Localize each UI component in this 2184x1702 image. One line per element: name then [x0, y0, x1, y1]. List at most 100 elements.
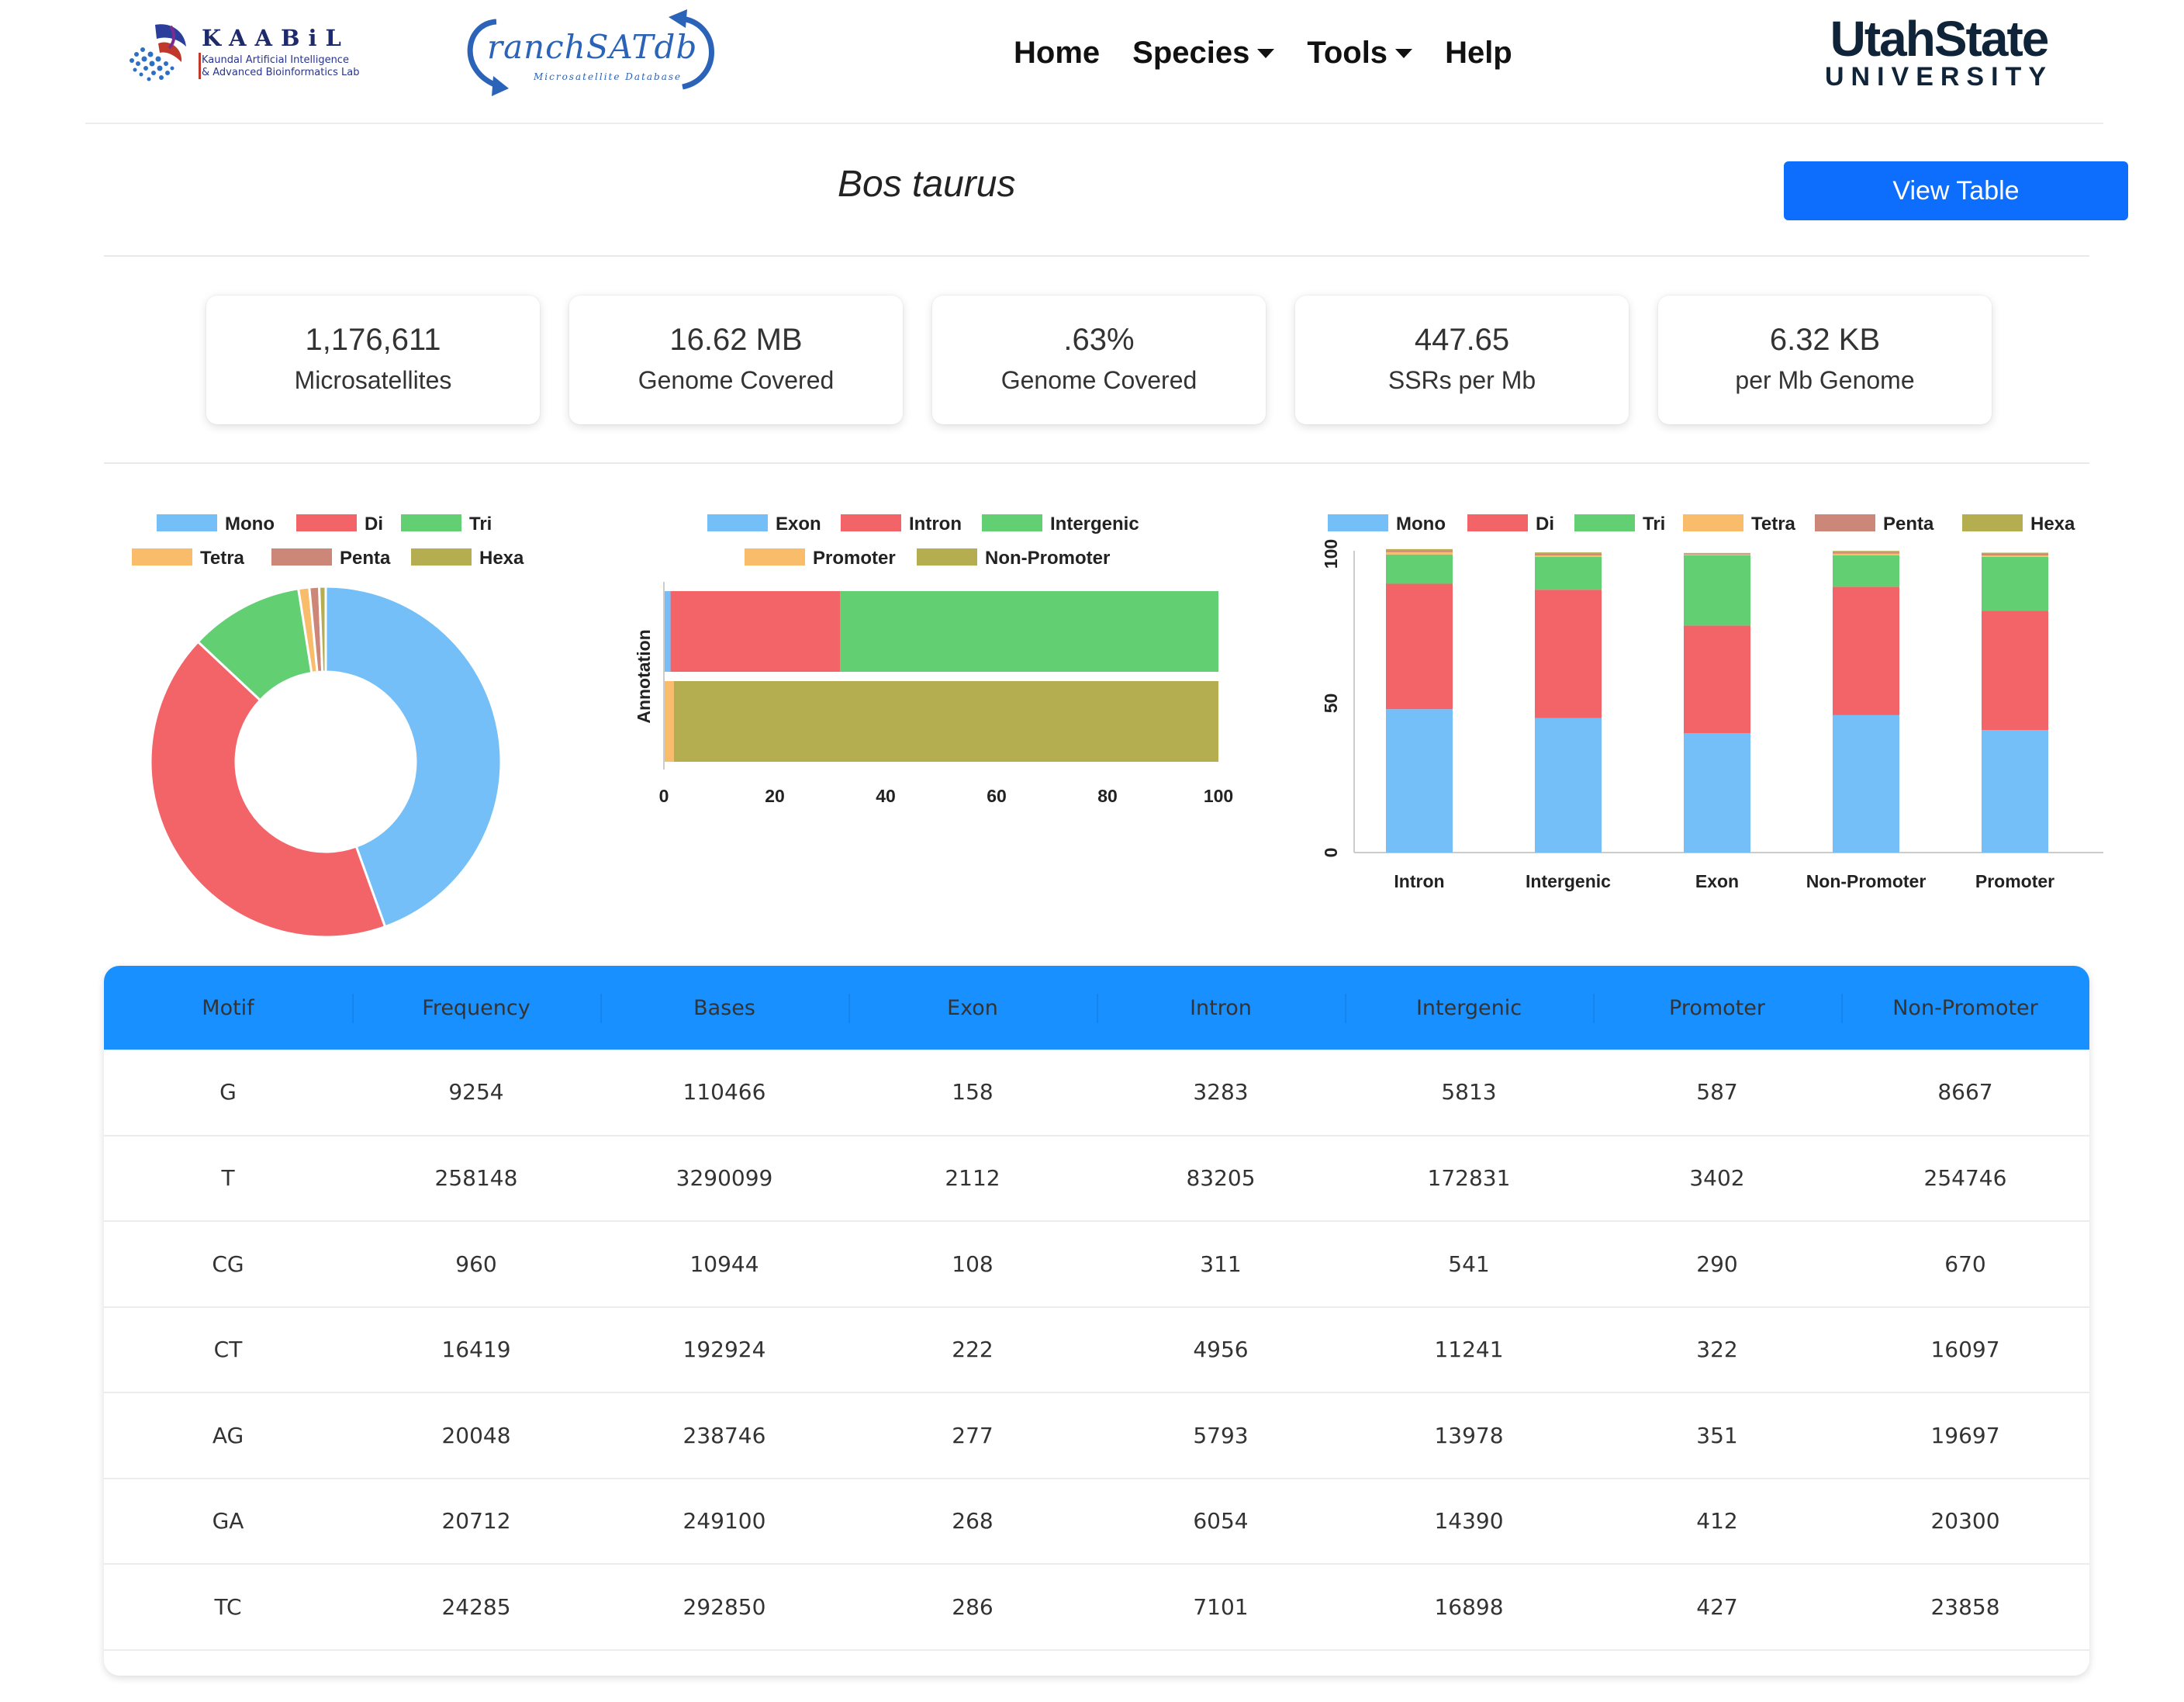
stat-label: Microsatellites	[294, 366, 452, 394]
stats-cards: 1,176,611 Microsatellites 16.62 MB Genom…	[206, 296, 1992, 424]
legend-swatch	[1683, 514, 1743, 531]
y-tick-label: 0	[1321, 848, 1341, 858]
table-cell: AG	[212, 1422, 244, 1448]
table-cell: 19697	[1930, 1422, 2000, 1448]
legend-label: Di	[365, 514, 383, 534]
column-header-intron[interactable]: Intron	[1097, 966, 1345, 1050]
bar-segment-mono	[1535, 718, 1602, 853]
ranchsatdb-logo[interactable]: ranchSATdb Microsatellite Database	[450, 8, 729, 101]
table-row: GA 20712 249100 268 6054 14390 412 20300	[104, 1479, 2089, 1564]
nav-help-link[interactable]: Help	[1445, 36, 1512, 71]
legend-label: Di	[1536, 514, 1554, 534]
table-cell: 286	[952, 1593, 994, 1620]
stat-value: 6.32 KB	[1769, 323, 1881, 357]
bar-segment-tetra	[1386, 552, 1453, 555]
ranchsatdb-title: ranchSATdb	[487, 28, 698, 66]
stat-value: 447.65	[1414, 323, 1510, 357]
legend-swatch	[1815, 514, 1875, 531]
bar-segment-mono	[1833, 714, 1899, 853]
stat-label: per Mb Genome	[1735, 366, 1915, 394]
x-tick-label: 0	[659, 786, 669, 806]
nav-species-dropdown[interactable]: Species	[1132, 36, 1275, 71]
usu-logo[interactable]: UtahState UNIVERSITY	[1815, 14, 2063, 92]
table-cell: 13978	[1434, 1422, 1504, 1448]
bar-segment-hexa	[1833, 551, 1899, 552]
bar-segment-promoter	[664, 681, 674, 762]
legend-swatch	[1467, 514, 1528, 531]
y-tick-label: 50	[1321, 694, 1341, 714]
view-table-button[interactable]: View Table	[1784, 161, 2128, 220]
usu-logo-line2: UNIVERSITY	[1824, 62, 2054, 92]
table-cell: 9254	[448, 1079, 504, 1105]
column-header-motif[interactable]: Motif	[104, 966, 352, 1050]
stat-value: 16.62 MB	[669, 323, 803, 357]
table-header-row: Motif Frequency Bases Exon Intron Interg…	[104, 966, 2089, 1050]
table-cell: 24285	[441, 1593, 511, 1620]
column-header-promoter[interactable]: Promoter	[1593, 966, 1841, 1050]
table-row: G 9254 110466 158 3283 5813 587 8667	[104, 1050, 2089, 1136]
legend-swatch	[841, 514, 901, 531]
table-cell: 7101	[1193, 1593, 1249, 1620]
legend-swatch	[411, 548, 472, 566]
table-cell: 20048	[441, 1422, 511, 1448]
column-header-intergenic[interactable]: Intergenic	[1345, 966, 1593, 1050]
x-tick-label: 100	[1204, 786, 1233, 806]
column-header-non-promoter[interactable]: Non-Promoter	[1841, 966, 2089, 1050]
x-tick-label: 60	[987, 786, 1007, 806]
table-cell: 5793	[1193, 1422, 1249, 1448]
bar-segment-intron	[670, 591, 841, 672]
x-tick-label: 80	[1097, 786, 1118, 806]
motif-type-donut-chart: Mono Di Tri Tetra Penta Hexa	[132, 514, 524, 939]
table-cell: 108	[952, 1251, 994, 1277]
nav-tools-dropdown[interactable]: Tools	[1307, 36, 1413, 71]
table-cell: 8667	[1937, 1079, 1993, 1105]
table-cell: 412	[1696, 1508, 1738, 1534]
bar-segment-di	[1982, 611, 2048, 731]
stat-card-ssrs-per-mb: 447.65 SSRs per Mb	[1295, 296, 1629, 424]
nav-tools-label: Tools	[1307, 36, 1388, 70]
kaabil-emblem-icon	[130, 24, 186, 81]
column-header-frequency[interactable]: Frequency	[352, 966, 600, 1050]
legend-label: Mono	[225, 514, 275, 534]
kaabil-logo[interactable]: KAABiL Kaundal Artificial Intelligence &…	[124, 16, 403, 93]
legend-label: Intergenic	[1050, 514, 1139, 534]
nav-home-label: Home	[1014, 36, 1101, 70]
table-cell: 351	[1696, 1422, 1738, 1448]
bar-segment-tri	[1684, 555, 1750, 626]
annotation-stacked-bar-chart: Exon Intron Intergenic Promoter Non-Promoter…	[634, 514, 1233, 806]
table-cell: 249100	[682, 1508, 766, 1534]
table-cell: 277	[952, 1422, 994, 1448]
motif-table: Motif Frequency Bases Exon Intron Interg…	[104, 966, 2089, 1676]
x-tick-label: Exon	[1695, 871, 1739, 891]
bar-segment-tetra	[1833, 553, 1899, 555]
column-header-exon[interactable]: Exon	[848, 966, 1097, 1050]
table-cell: 158	[952, 1079, 994, 1105]
table-row: TC 24285 292850 286 7101 16898 427 23858	[104, 1564, 2089, 1650]
kaabil-bar	[199, 53, 201, 79]
y-axis-label: Annotation	[634, 629, 654, 723]
legend-label: Non-Promoter	[985, 548, 1110, 569]
stat-card-per-mb-genome: 6.32 KB per Mb Genome	[1658, 296, 1992, 424]
table-row: AG 20048 238746 277 5793 13978 351 19697	[104, 1392, 2089, 1479]
table-cell: 110466	[682, 1079, 766, 1105]
table-cell: 192924	[682, 1337, 766, 1363]
column-header-bases[interactable]: Bases	[600, 966, 848, 1050]
table-cell: 222	[952, 1337, 994, 1363]
nav-home-link[interactable]: Home	[1014, 36, 1100, 71]
stat-label: Genome Covered	[638, 366, 835, 394]
nav-links: Home Species Tools Help	[1014, 36, 1512, 71]
table-cell: 427	[1696, 1593, 1738, 1620]
table-cell: 16898	[1434, 1593, 1504, 1620]
stat-card-genome-covered-mb: 16.62 MB Genome Covered	[569, 296, 903, 424]
x-tick-label: Promoter	[1975, 871, 2054, 891]
bar-segment-tri	[1982, 556, 2048, 611]
bar-segment-penta	[1535, 553, 1602, 555]
legend-swatch	[917, 548, 977, 566]
table-cell: 16419	[441, 1337, 511, 1363]
table-row: CT 16419 192924 222 4956 11241 322 16097	[104, 1307, 2089, 1392]
caret-down-icon	[1257, 48, 1275, 58]
table-cell: 5813	[1441, 1079, 1497, 1105]
stat-value: .63%	[1063, 323, 1135, 357]
table-cell: 4956	[1193, 1337, 1249, 1363]
legend-swatch	[745, 548, 805, 566]
